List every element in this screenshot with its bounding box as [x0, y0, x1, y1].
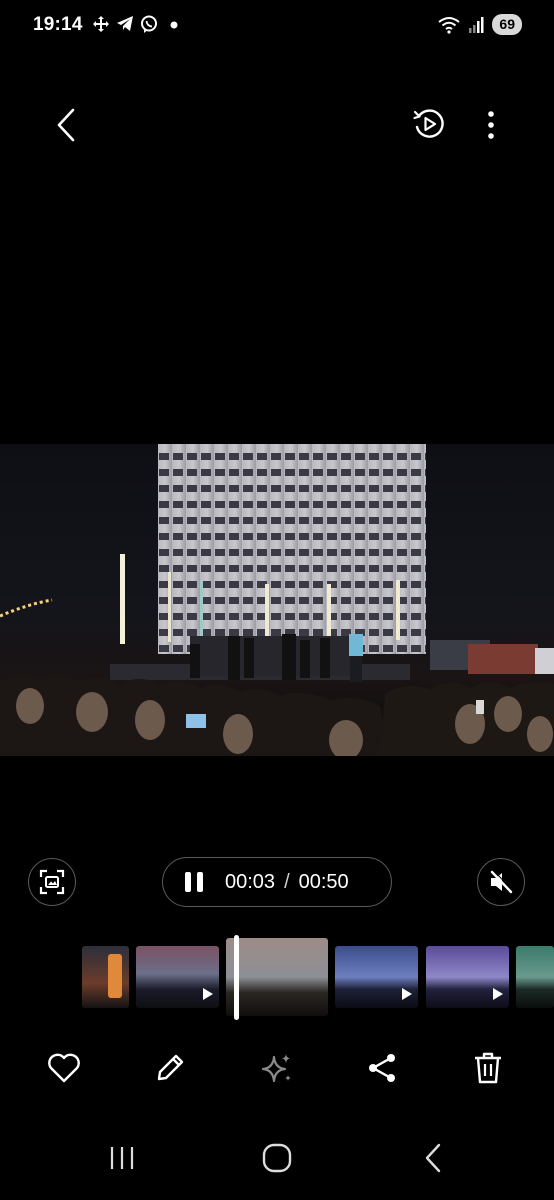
filmstrip-thumb-1[interactable] [82, 946, 129, 1008]
move-icon [93, 16, 109, 32]
edit-icon [157, 1054, 184, 1081]
pause-icon [185, 872, 203, 892]
delete-icon [475, 1052, 501, 1084]
filmstrip-thumb-4[interactable] [335, 946, 418, 1008]
playback-pill: 00:03 / 00:50 [162, 857, 392, 907]
pause-button[interactable] [183, 870, 205, 894]
total-time: 00:50 [298, 870, 349, 893]
battery-level: 69 [492, 14, 522, 35]
more-options-icon [488, 111, 494, 139]
favorite-icon [48, 1053, 80, 1083]
ai-enhance-button[interactable] [257, 1048, 297, 1088]
viber-icon [141, 15, 157, 33]
filmstrip-thumb-current[interactable] [226, 938, 328, 1016]
telegram-icon [117, 16, 133, 31]
filmstrip-thumb-5[interactable] [426, 946, 509, 1008]
home-icon [262, 1143, 292, 1173]
capture-frame-button[interactable] [28, 858, 76, 906]
favorite-button[interactable] [44, 1048, 84, 1088]
back-arrow-icon [57, 108, 75, 142]
delete-button[interactable] [468, 1048, 508, 1088]
edit-button[interactable] [150, 1048, 190, 1088]
share-button[interactable] [362, 1048, 402, 1088]
back-icon [425, 1143, 441, 1173]
dot-icon [170, 21, 178, 29]
nav-back-button[interactable] [413, 1140, 453, 1176]
more-options-button[interactable] [476, 104, 506, 146]
status-time: 19:14 [33, 14, 83, 35]
mute-button[interactable] [477, 858, 525, 906]
concert-scene [0, 444, 554, 756]
recents-icon [110, 1147, 134, 1169]
filmstrip-thumb-6[interactable] [516, 946, 554, 1008]
video-frame[interactable] [0, 444, 554, 756]
nav-recents-button[interactable] [102, 1140, 142, 1176]
motion-photo-button[interactable] [410, 105, 448, 143]
wifi-icon [438, 16, 461, 34]
share-icon [369, 1054, 395, 1082]
volume-muted-icon [490, 869, 514, 894]
nav-home-button[interactable] [257, 1140, 297, 1176]
playback-scrubber[interactable] [234, 935, 239, 1020]
ai-enhance-icon [261, 1054, 291, 1083]
capture-frame-icon [39, 869, 65, 895]
time-separator: / [284, 870, 290, 893]
back-button[interactable] [46, 104, 86, 146]
filmstrip-thumb-2[interactable] [136, 946, 219, 1008]
video-badge-icon [402, 988, 412, 1000]
signal-icon [469, 16, 484, 33]
motion-photo-icon [413, 109, 444, 138]
status-left-icons [92, 15, 180, 33]
video-badge-icon [493, 988, 503, 1000]
video-badge-icon [203, 988, 213, 1000]
status-right-icons: 69 [438, 14, 522, 35]
current-time: 00:03 [225, 870, 276, 893]
